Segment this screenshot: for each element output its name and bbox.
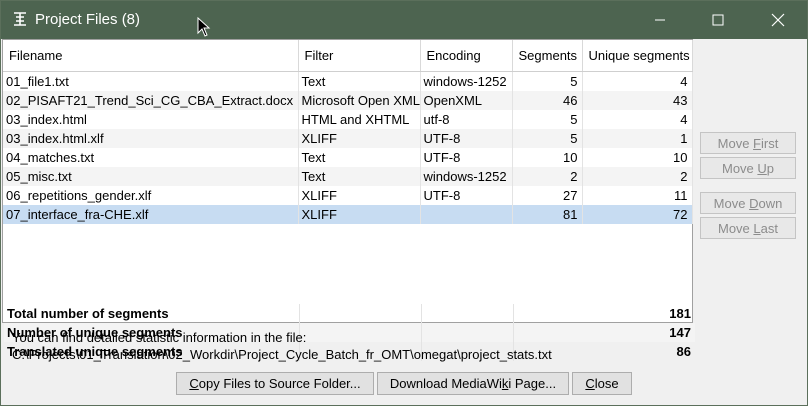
table-row[interactable]: 05_misc.txt Text windows-1252 2 2 <box>3 167 693 186</box>
cell-encoding: UTF-8 <box>420 186 513 205</box>
cell-filename: 05_misc.txt <box>3 167 299 186</box>
cell-segments: 5 <box>512 129 583 148</box>
project-files-table[interactable]: Filename Filter Encoding Segments Unique… <box>2 39 695 361</box>
cell-filename: 01_file1.txt <box>3 71 299 91</box>
table-header: Filename Filter Encoding Segments Unique… <box>3 40 693 72</box>
table-row-selected[interactable]: 07_interface_fra-CHE.xlf XLIFF 81 72 <box>3 205 693 224</box>
col-header-filename[interactable]: Filename <box>3 40 299 72</box>
cell-encoding: OpenXML <box>420 91 513 110</box>
col-header-encoding[interactable]: Encoding <box>420 40 513 72</box>
cell-filter: Text <box>298 71 421 91</box>
cell-unique-segments: 11 <box>582 186 693 205</box>
cell-filename: 03_index.html.xlf <box>3 129 299 148</box>
cell-segments: 5 <box>512 110 583 129</box>
cell-unique-segments: 4 <box>582 71 693 91</box>
close-icon[interactable] <box>755 1 801 39</box>
cell-segments: 2 <box>512 167 583 186</box>
move-down-button[interactable]: Move Down <box>700 192 796 214</box>
total-segments-value: 181 <box>669 306 691 321</box>
cell-unique-segments: 72 <box>582 205 693 224</box>
cell-encoding: windows-1252 <box>420 167 513 186</box>
cell-segments: 81 <box>512 205 583 224</box>
translated-segments-value: 86 <box>676 344 691 359</box>
close-button[interactable]: Close <box>572 372 632 395</box>
move-first-button[interactable]: Move First <box>700 132 796 154</box>
table-row[interactable]: 03_index.html HTML and XHTML utf-8 5 4 <box>3 110 693 129</box>
cell-filename: 06_repetitions_gender.xlf <box>3 186 299 205</box>
cell-unique-segments: 43 <box>582 91 693 110</box>
cell-encoding: utf-8 <box>420 110 513 129</box>
window-title: Project Files (8) <box>35 11 141 28</box>
cell-unique-segments: 1 <box>582 129 693 148</box>
stats-info-label: You can find detailed statistic informat… <box>12 330 307 345</box>
cell-encoding: UTF-8 <box>420 129 513 148</box>
col-header-unique-segments[interactable]: Unique segments <box>582 40 693 72</box>
cell-segments: 10 <box>512 148 583 167</box>
col-header-filter[interactable]: Filter <box>298 40 421 72</box>
cell-encoding <box>420 205 513 224</box>
total-segments-row: Total number of segments 181 <box>4 304 695 323</box>
minimize-icon[interactable] <box>637 1 683 39</box>
move-up-button[interactable]: Move Up <box>700 157 796 179</box>
maximize-icon[interactable] <box>694 1 740 39</box>
cell-segments: 27 <box>512 186 583 205</box>
cell-filter: XLIFF <box>298 205 421 224</box>
table-row[interactable]: 02_PISAFT21_Trend_Sci_CG_CBA_Extract.doc… <box>3 91 693 110</box>
cell-encoding: windows-1252 <box>420 71 513 91</box>
cell-filter: Microsoft Open XML <box>298 91 421 110</box>
copy-files-button[interactable]: Copy Files to Source Folder... <box>176 372 374 395</box>
move-last-button[interactable]: Move Last <box>700 217 796 239</box>
cell-filter: XLIFF <box>298 129 421 148</box>
cell-unique-segments: 10 <box>582 148 693 167</box>
mouse-cursor-icon <box>197 17 211 37</box>
cell-filter: XLIFF <box>298 186 421 205</box>
stats-file-path: C:\Projects\01_Translation\02_Workdir\Pr… <box>12 347 552 362</box>
cell-segments: 5 <box>512 71 583 91</box>
download-mediawiki-button[interactable]: Download MediaWiki Page... <box>377 372 569 395</box>
unique-segments-value: 147 <box>669 325 691 340</box>
cell-filename: 02_PISAFT21_Trend_Sci_CG_CBA_Extract.doc… <box>3 91 299 110</box>
table-row[interactable]: 06_repetitions_gender.xlf XLIFF UTF-8 27… <box>3 186 693 205</box>
cell-unique-segments: 4 <box>582 110 693 129</box>
col-header-segments[interactable]: Segments <box>512 40 583 72</box>
cell-filename: 07_interface_fra-CHE.xlf <box>3 205 299 224</box>
table-row[interactable]: 04_matches.txt Text UTF-8 10 10 <box>3 148 693 167</box>
cell-filter: HTML and XHTML <box>298 110 421 129</box>
cell-unique-segments: 2 <box>582 167 693 186</box>
cell-encoding: UTF-8 <box>420 148 513 167</box>
title-bar[interactable]: Project Files (8) <box>1 1 807 39</box>
cell-filter: Text <box>298 148 421 167</box>
project-files-window: Project Files (8) Filename Filter Encodi… <box>0 0 808 406</box>
table-row[interactable]: 03_index.html.xlf XLIFF UTF-8 5 1 <box>3 129 693 148</box>
omegat-app-icon <box>14 12 26 26</box>
cell-filename: 03_index.html <box>3 110 299 129</box>
cell-segments: 46 <box>512 91 583 110</box>
table-row[interactable]: 01_file1.txt Text windows-1252 5 4 <box>3 71 693 91</box>
cell-filter: Text <box>298 167 421 186</box>
cell-filename: 04_matches.txt <box>3 148 299 167</box>
total-segments-label: Total number of segments <box>7 306 169 321</box>
